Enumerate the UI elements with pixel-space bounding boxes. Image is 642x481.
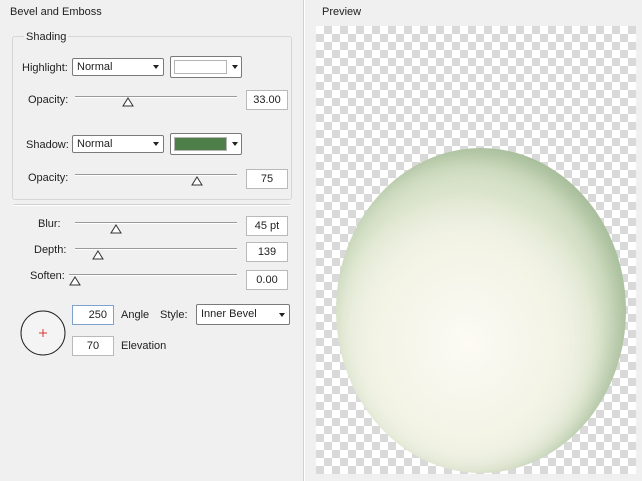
soften-slider-thumb[interactable] xyxy=(69,276,81,286)
style-dropdown[interactable]: Inner Bevel xyxy=(196,304,290,325)
preview-sphere xyxy=(336,148,626,473)
elevation-input[interactable]: 70 xyxy=(72,336,114,356)
blur-label: Blur: xyxy=(38,218,61,230)
shadow-opacity-slider[interactable] xyxy=(75,174,237,176)
shadow-mode-dropdown[interactable]: Normal xyxy=(72,135,164,153)
highlight-opacity-label: Opacity: xyxy=(28,94,69,106)
chevron-down-icon xyxy=(232,142,238,146)
separator xyxy=(14,204,290,206)
highlight-mode-value: Normal xyxy=(77,61,113,73)
angle-dial[interactable] xyxy=(18,308,68,358)
highlight-label: Highlight: xyxy=(22,62,68,74)
shadow-color-swatch xyxy=(174,137,227,151)
shadow-opacity-label: Opacity: xyxy=(28,172,69,184)
shadow-opacity-slider-thumb[interactable] xyxy=(190,176,203,186)
highlight-opacity-input[interactable]: 33.00 xyxy=(246,90,288,110)
highlight-mode-dropdown[interactable]: Normal xyxy=(72,58,164,76)
angle-label: Angle xyxy=(121,309,150,321)
shadow-opacity-input[interactable]: 75 xyxy=(246,169,288,189)
panel-divider xyxy=(303,0,305,481)
depth-input[interactable]: 139 xyxy=(246,242,288,262)
angle-input[interactable]: 250 xyxy=(72,305,114,325)
blur-slider-thumb[interactable] xyxy=(109,224,122,234)
soften-slider[interactable] xyxy=(69,274,237,276)
depth-label: Depth: xyxy=(34,244,67,256)
panel-title: Bevel and Emboss xyxy=(10,6,102,18)
blur-input[interactable]: 45 pt xyxy=(246,216,288,236)
soften-label: Soften: xyxy=(30,270,65,282)
chevron-down-icon xyxy=(279,313,285,317)
chevron-down-icon xyxy=(232,65,238,69)
shadow-mode-value: Normal xyxy=(77,138,113,150)
highlight-opacity-slider-thumb[interactable] xyxy=(122,97,135,107)
shading-group-title: Shading xyxy=(24,31,69,43)
style-label: Style: xyxy=(160,309,188,321)
shadow-color-button[interactable] xyxy=(170,133,242,155)
highlight-color-swatch xyxy=(174,60,227,74)
style-value: Inner Bevel xyxy=(201,308,257,320)
preview-title: Preview xyxy=(322,6,362,18)
depth-slider-thumb[interactable] xyxy=(91,250,104,260)
blur-slider[interactable] xyxy=(75,222,237,224)
highlight-color-button[interactable] xyxy=(170,56,242,78)
preview-canvas xyxy=(316,26,636,474)
elevation-label: Elevation xyxy=(121,340,167,352)
soften-input[interactable]: 0.00 xyxy=(246,270,288,290)
chevron-down-icon xyxy=(153,142,159,146)
chevron-down-icon xyxy=(153,65,159,69)
shadow-label: Shadow: xyxy=(26,139,69,151)
highlight-opacity-slider[interactable] xyxy=(75,96,237,98)
